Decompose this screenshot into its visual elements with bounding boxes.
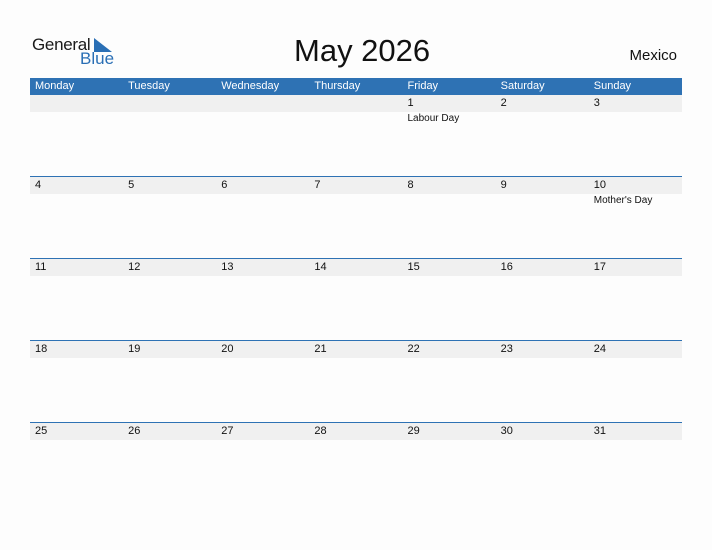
day-cell: 26 (123, 423, 216, 440)
day-number: 25 (35, 425, 48, 437)
day-cell: 11 (30, 259, 123, 276)
day-cell: 23 (496, 341, 589, 358)
day-cell: 1 Labour Day (403, 95, 496, 126)
weekday-tuesday: Tuesday (128, 80, 170, 92)
day-cell: 5 (123, 177, 216, 208)
day-number: 12 (128, 261, 141, 273)
weekday-friday: Friday (407, 80, 439, 92)
logo-blue: Blue (80, 49, 115, 68)
holiday-label: Mother's Day (593, 195, 653, 206)
day-number (221, 95, 309, 112)
day-number: 24 (593, 343, 606, 355)
day-cell: 15 (403, 259, 496, 276)
day-cell: 12 (123, 259, 216, 276)
day-cell (216, 95, 309, 126)
day-number: 13 (221, 261, 234, 273)
day-number: 16 (500, 261, 513, 273)
day-number: 14 (314, 261, 327, 273)
day-cell: 7 (309, 177, 402, 208)
day-number: 5 (128, 179, 135, 191)
day-number: 21 (314, 343, 327, 355)
day-cell: 28 (309, 423, 402, 440)
day-number: 7 (314, 179, 321, 191)
day-number: 11 (35, 261, 47, 273)
day-cell: 27 (216, 423, 309, 440)
day-number: 4 (35, 179, 42, 191)
day-cell: 20 (216, 341, 309, 358)
country-label: Mexico (629, 47, 677, 64)
holiday-label: Labour Day (407, 113, 460, 124)
week-row: 4 5 6 7 8 9 10 Mother's Day (30, 176, 682, 258)
day-number: 29 (407, 425, 420, 437)
day-cell: 4 (30, 177, 123, 208)
weekday-saturday: Saturday (500, 80, 545, 92)
day-cell: 24 (589, 341, 682, 358)
weekday-monday: Monday (35, 80, 75, 92)
weekday-sunday: Sunday (593, 80, 632, 92)
day-number: 28 (314, 425, 327, 437)
day-cell: 3 (589, 95, 682, 126)
day-number: 3 (593, 97, 600, 109)
day-cell (30, 95, 123, 126)
day-cell (309, 95, 402, 126)
logo: General Blue (32, 35, 122, 69)
day-cell: 18 (30, 341, 123, 358)
day-number: 1 (407, 97, 414, 109)
day-cell: 14 (309, 259, 402, 276)
day-number: 2 (500, 97, 507, 109)
weekday-wednesday: Wednesday (221, 80, 280, 92)
day-number: 18 (35, 343, 48, 355)
day-cell: 30 (496, 423, 589, 440)
day-number: 8 (407, 179, 414, 191)
calendar-title: May 2026 (294, 33, 431, 68)
day-cell: 13 (216, 259, 309, 276)
day-number: 15 (407, 261, 420, 273)
day-number: 23 (500, 343, 513, 355)
day-cell: 2 (496, 95, 589, 126)
day-number: 22 (407, 343, 420, 355)
day-cell: 29 (403, 423, 496, 440)
day-cell: 6 (216, 177, 309, 208)
day-number: 10 (593, 179, 606, 191)
day-number: 30 (500, 425, 513, 437)
week-row: 25 26 27 28 29 30 31 (30, 422, 682, 504)
day-number (128, 95, 216, 112)
day-cell: 8 (403, 177, 496, 208)
day-number: 20 (221, 343, 234, 355)
calendar-grid: Monday Tuesday Wednesday Thursday Friday… (30, 78, 682, 504)
day-cell: 9 (496, 177, 589, 208)
day-cell: 19 (123, 341, 216, 358)
day-number: 27 (221, 425, 234, 437)
week-row: 18 19 20 21 22 23 24 (30, 340, 682, 422)
week-row: 1 Labour Day 2 3 (30, 95, 682, 176)
day-number (314, 95, 402, 112)
day-cell: 25 (30, 423, 123, 440)
weekday-thursday: Thursday (314, 80, 361, 92)
day-number: 17 (593, 261, 606, 273)
day-cell (123, 95, 216, 126)
week-row: 11 12 13 14 15 16 17 (30, 258, 682, 340)
day-number: 19 (128, 343, 141, 355)
weekday-header: Monday Tuesday Wednesday Thursday Friday… (30, 78, 682, 95)
day-number (35, 95, 123, 112)
day-cell: 21 (309, 341, 402, 358)
day-cell: 31 (589, 423, 682, 440)
day-cell: 22 (403, 341, 496, 358)
day-cell: 17 (589, 259, 682, 276)
day-number: 31 (593, 425, 606, 437)
day-number: 9 (500, 179, 507, 191)
day-cell: 16 (496, 259, 589, 276)
day-cell: 10 Mother's Day (589, 177, 682, 208)
day-number: 26 (128, 425, 141, 437)
day-number: 6 (221, 179, 228, 191)
